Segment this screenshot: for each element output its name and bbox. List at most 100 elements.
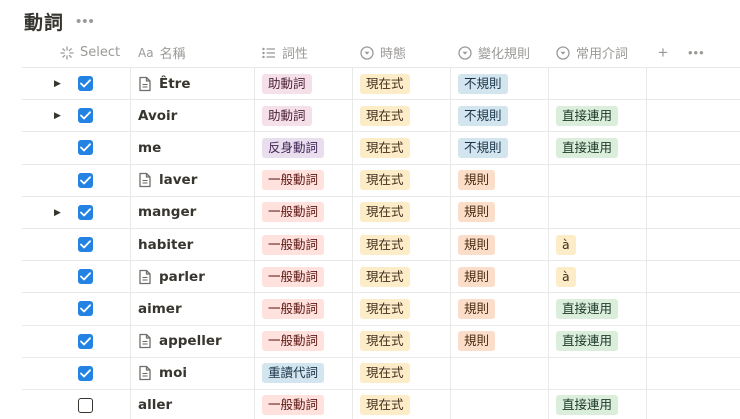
rule-tag: 不規則 <box>458 105 508 126</box>
prep-cell[interactable]: 直接連用 <box>556 390 619 419</box>
select-checkbox[interactable] <box>78 76 93 92</box>
select-cell[interactable] <box>78 165 93 196</box>
pos-cell[interactable]: 一般動詞 <box>262 293 325 324</box>
expand-toggle-icon[interactable]: ▶ <box>54 197 66 228</box>
select-checkbox[interactable] <box>78 204 93 220</box>
select-cell[interactable] <box>78 326 93 357</box>
pos-cell[interactable]: 一般動詞 <box>262 326 325 357</box>
pos-cell[interactable]: 一般動詞 <box>262 390 325 419</box>
table-row[interactable]: moi 重讀代詞 現在式 <box>22 358 740 390</box>
table-row[interactable]: ▶ Avoir 助動詞 現在式 不規則 直接連用 <box>22 100 740 133</box>
column-header-name[interactable]: Aa 名稱 <box>138 37 186 68</box>
add-property-icon[interactable]: + <box>658 37 668 68</box>
prep-cell[interactable]: 直接連用 <box>556 326 619 357</box>
select-checkbox[interactable] <box>78 269 93 285</box>
pos-cell[interactable]: 一般動詞 <box>262 197 325 228</box>
column-header-select[interactable]: Select <box>60 37 120 68</box>
select-cell[interactable] <box>78 293 93 324</box>
more-options-icon[interactable]: ••• <box>76 13 95 30</box>
select-cell[interactable] <box>78 390 93 419</box>
table-row[interactable]: aimer 一般動詞 現在式 規則 直接連用 <box>22 293 740 326</box>
expand-toggle-icon[interactable]: ▶ <box>54 68 66 99</box>
column-header-rule[interactable]: 變化規則 <box>458 37 530 68</box>
table-row[interactable]: ▶ Être 助動詞 現在式 不規則 <box>22 68 740 101</box>
name-cell[interactable]: laver <box>138 165 197 196</box>
page-title[interactable]: 動詞 <box>24 8 64 35</box>
prep-cell[interactable]: 直接連用 <box>556 132 619 163</box>
rule-cell[interactable]: 規則 <box>458 197 496 228</box>
table-row[interactable]: aller 一般動詞 現在式 直接連用 <box>22 390 740 419</box>
prep-cell[interactable]: à <box>556 229 576 260</box>
select-checkbox[interactable] <box>78 108 93 124</box>
select-checkbox[interactable] <box>78 237 93 253</box>
table-row[interactable]: ▶ manger 一般動詞 現在式 規則 <box>22 197 740 229</box>
table-row[interactable]: habiter 一般動詞 現在式 規則 à <box>22 229 740 262</box>
select-checkbox[interactable] <box>78 397 93 413</box>
name-cell[interactable]: parler <box>138 261 205 292</box>
rule-cell[interactable]: 不規則 <box>458 100 508 131</box>
column-header-pos[interactable]: 詞性 <box>262 37 308 68</box>
select-checkbox[interactable] <box>78 172 93 188</box>
prep-cell[interactable]: à <box>556 261 576 292</box>
table-more-options-icon[interactable]: ••• <box>688 37 705 68</box>
table-row[interactable]: laver 一般動詞 現在式 規則 <box>22 165 740 197</box>
page-icon <box>139 269 151 284</box>
name-cell[interactable]: Être <box>138 68 191 99</box>
name-cell[interactable]: habiter <box>138 229 193 260</box>
select-cell[interactable] <box>78 68 93 99</box>
tense-cell[interactable]: 現在式 <box>360 293 410 324</box>
tense-cell[interactable]: 現在式 <box>360 358 410 389</box>
pos-cell[interactable]: 一般動詞 <box>262 229 325 260</box>
title-bar: 動詞 ••• <box>24 6 95 36</box>
tense-cell[interactable]: 現在式 <box>360 197 410 228</box>
name-cell[interactable]: moi <box>138 358 187 389</box>
name-cell[interactable]: Avoir <box>138 100 177 131</box>
expand-toggle-icon[interactable]: ▶ <box>54 100 66 131</box>
name-cell[interactable]: me <box>138 132 161 163</box>
tense-cell[interactable]: 現在式 <box>360 68 410 99</box>
rule-cell[interactable]: 不規則 <box>458 68 508 99</box>
tense-cell[interactable]: 現在式 <box>360 326 410 357</box>
select-cell[interactable] <box>78 132 93 163</box>
pos-cell[interactable]: 重讀代詞 <box>262 358 325 389</box>
rule-cell[interactable]: 規則 <box>458 229 496 260</box>
select-cell[interactable] <box>78 197 93 228</box>
rule-cell[interactable]: 規則 <box>458 326 496 357</box>
name-cell[interactable]: manger <box>138 197 196 228</box>
name-cell[interactable]: aimer <box>138 293 182 324</box>
tense-cell[interactable]: 現在式 <box>360 100 410 131</box>
pos-cell[interactable]: 助動詞 <box>262 100 312 131</box>
table-row[interactable]: me 反身動詞 現在式 不規則 直接連用 <box>22 132 740 165</box>
select-checkbox[interactable] <box>78 333 93 349</box>
tense-cell[interactable]: 現在式 <box>360 165 410 196</box>
select-checkbox[interactable] <box>78 301 93 317</box>
pos-cell[interactable]: 反身動詞 <box>262 132 325 163</box>
tense-cell[interactable]: 現在式 <box>360 390 410 419</box>
tense-cell[interactable]: 現在式 <box>360 261 410 292</box>
select-checkbox[interactable] <box>78 365 93 381</box>
prep-cell[interactable]: 直接連用 <box>556 100 619 131</box>
select-cell[interactable] <box>78 100 93 131</box>
table-row[interactable]: parler 一般動詞 現在式 規則 à <box>22 261 740 294</box>
pos-cell[interactable]: 一般動詞 <box>262 165 325 196</box>
rule-cell[interactable]: 不規則 <box>458 132 508 163</box>
row-name: aimer <box>138 300 182 317</box>
rule-cell[interactable]: 規則 <box>458 293 496 324</box>
select-cell[interactable] <box>78 229 93 260</box>
prep-cell[interactable]: 直接連用 <box>556 293 619 324</box>
column-header-tense[interactable]: 時態 <box>360 37 406 68</box>
select-checkbox[interactable] <box>78 140 93 156</box>
tense-cell[interactable]: 現在式 <box>360 132 410 163</box>
tense-cell[interactable]: 現在式 <box>360 229 410 260</box>
rule-cell[interactable]: 規則 <box>458 261 496 292</box>
name-cell[interactable]: aller <box>138 390 172 419</box>
rule-cell[interactable]: 規則 <box>458 165 496 196</box>
name-cell[interactable]: appeller <box>138 326 222 357</box>
table-row[interactable]: appeller 一般動詞 現在式 規則 直接連用 <box>22 326 740 358</box>
pos-cell[interactable]: 一般動詞 <box>262 261 325 292</box>
select-chevron-icon <box>458 45 472 60</box>
select-cell[interactable] <box>78 261 93 292</box>
column-header-prep[interactable]: 常用介詞 <box>556 37 628 68</box>
select-cell[interactable] <box>78 358 93 389</box>
pos-cell[interactable]: 助動詞 <box>262 68 312 99</box>
